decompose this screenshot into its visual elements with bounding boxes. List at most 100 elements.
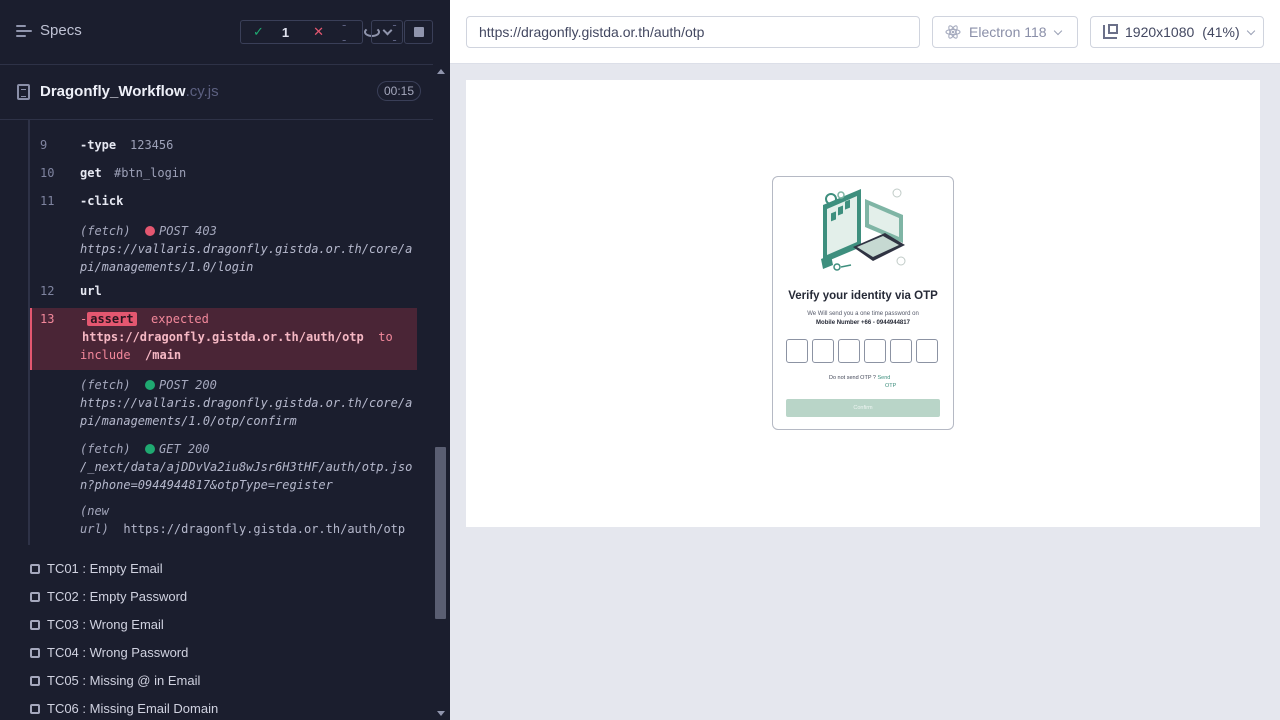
fetch-event[interactable]: (fetch) GET 200 /_next/data/ajDDvVa2iu8w… bbox=[30, 440, 417, 494]
fetch-label: (fetch) bbox=[80, 442, 131, 456]
assert-line-1: - assert expected bbox=[80, 312, 209, 326]
scrollbar-thumb[interactable] bbox=[435, 447, 446, 619]
fetch-status: POST 200 bbox=[159, 378, 217, 392]
otp-digit-input[interactable] bbox=[838, 339, 860, 363]
test-item[interactable]: TC05 : Missing @ in Email bbox=[30, 673, 200, 688]
otp-digit-input[interactable] bbox=[916, 339, 938, 363]
command-row[interactable]: 9 -type 123456 bbox=[30, 138, 417, 158]
stop-button[interactable] bbox=[404, 20, 433, 44]
otp-title: Verify your identity via OTP bbox=[788, 290, 938, 302]
scroll-up-icon[interactable] bbox=[437, 69, 445, 74]
fetch-url-cont: pi/managements/1.0/otp/confirm bbox=[80, 414, 297, 428]
test-title: TC06 : Missing Email Domain bbox=[47, 701, 219, 716]
command-number: 10 bbox=[40, 166, 55, 180]
assert-expected: expected bbox=[151, 312, 209, 326]
command-row[interactable]: 11 -click bbox=[30, 194, 417, 214]
fetch-line: (fetch) GET 200 bbox=[80, 440, 415, 458]
test-status-icon bbox=[30, 675, 40, 686]
command-name: url bbox=[80, 284, 102, 298]
new-url-label: (new bbox=[80, 504, 109, 518]
test-item[interactable]: TC06 : Missing Email Domain bbox=[30, 701, 218, 716]
resend-link-cont[interactable]: OTP bbox=[829, 383, 896, 389]
browser-selector[interactable]: Electron 118 bbox=[932, 16, 1078, 48]
test-status-icon bbox=[30, 563, 40, 574]
reporter-panel: Specs ✓ 1 ✕ -- -- Dragonfly_Workflow.cy.… bbox=[0, 0, 450, 720]
otp-inputs bbox=[786, 339, 938, 363]
assert-line-3: include /main bbox=[80, 348, 181, 362]
command-log: 9 -type 123456 10 get #btn_login 11 -cli… bbox=[0, 120, 433, 545]
status-dot-green bbox=[145, 380, 156, 390]
resend-otp: Do not send OTP ? Send OTP bbox=[829, 374, 896, 390]
command-number: 13 bbox=[40, 312, 55, 326]
specs-label: Specs bbox=[40, 22, 82, 39]
otp-digit-input[interactable] bbox=[864, 339, 886, 363]
fetch-url: https://vallaris.dragonfly.gistda.or.th/… bbox=[80, 396, 413, 410]
specs-toggle[interactable]: Specs bbox=[16, 22, 82, 39]
status-dot-red bbox=[145, 226, 156, 236]
command-row[interactable]: 12 url bbox=[30, 284, 417, 304]
fetch-status: GET 200 bbox=[159, 442, 210, 456]
reporter-scrollbar[interactable] bbox=[433, 65, 450, 720]
test-stats: ✓ 1 ✕ -- -- bbox=[240, 17, 397, 47]
test-item[interactable]: TC04 : Wrong Password bbox=[30, 645, 188, 660]
command-row[interactable]: 10 get #btn_login bbox=[30, 166, 417, 186]
test-status-icon bbox=[30, 703, 40, 714]
test-title: TC03 : Wrong Email bbox=[47, 617, 164, 632]
fetch-line: (fetch) POST 200 bbox=[80, 376, 415, 394]
test-status-icon bbox=[30, 619, 40, 630]
viewport-selector[interactable]: 1920x1080 (41%) bbox=[1090, 16, 1264, 48]
check-icon: ✓ bbox=[253, 24, 264, 39]
resend-text: Do not send OTP ? bbox=[829, 375, 876, 381]
passed-stat: ✓ 1 bbox=[241, 24, 301, 40]
x-icon: ✕ bbox=[313, 24, 325, 39]
test-item[interactable]: TC03 : Wrong Email bbox=[30, 617, 164, 632]
test-status-icon bbox=[30, 647, 40, 658]
aut-header: https://dragonfly.gistda.or.th/auth/otp … bbox=[450, 0, 1280, 64]
test-item[interactable]: TC01 : Empty Email bbox=[30, 561, 163, 576]
document-icon bbox=[17, 84, 30, 100]
spec-name: Dragonfly_Workflow bbox=[40, 83, 186, 100]
test-item[interactable]: TC02 : Empty Password bbox=[30, 589, 187, 604]
command-name: -type bbox=[80, 138, 117, 152]
assert-command: 13 - assert expected https://dragonfly.gi… bbox=[30, 312, 417, 370]
command-message: #btn_login bbox=[114, 166, 187, 180]
fetch-line: (fetch) POST 403 bbox=[80, 222, 415, 240]
assert-chip: assert bbox=[87, 312, 137, 326]
test-title: TC05 : Missing @ in Email bbox=[47, 673, 201, 688]
chevron-down-icon bbox=[382, 25, 392, 35]
new-url-label-cont: url) bbox=[80, 522, 109, 536]
url-bar[interactable]: https://dragonfly.gistda.or.th/auth/otp bbox=[466, 16, 920, 48]
assert-value: /main bbox=[145, 348, 182, 362]
otp-digit-input[interactable] bbox=[812, 339, 834, 363]
chevron-down-icon bbox=[1246, 26, 1255, 35]
confirm-button[interactable]: Confirm bbox=[786, 399, 940, 417]
menu-icon bbox=[16, 24, 32, 38]
fetch-event[interactable]: (fetch) POST 200 https://vallaris.dragon… bbox=[30, 376, 417, 430]
otp-digit-input[interactable] bbox=[890, 339, 912, 363]
failed-count: -- bbox=[342, 17, 347, 47]
spec-file-header: Dragonfly_Workflow.cy.js 00:15 bbox=[0, 65, 433, 120]
otp-subtitle: We Will send you a one time password on bbox=[807, 311, 919, 317]
scroll-down-icon[interactable] bbox=[437, 711, 445, 716]
otp-illustration bbox=[821, 188, 906, 271]
resend-link[interactable]: Send bbox=[878, 375, 891, 381]
reporter-header: Specs ✓ 1 ✕ -- -- bbox=[0, 0, 433, 65]
test-title: TC04 : Wrong Password bbox=[47, 645, 189, 660]
fetch-event[interactable]: (fetch) POST 403 https://vallaris.dragon… bbox=[30, 222, 417, 276]
expand-collapse-button[interactable] bbox=[371, 20, 403, 44]
fetch-label: (fetch) bbox=[80, 378, 131, 392]
spec-duration: 00:15 bbox=[377, 81, 422, 101]
viewport-scale: (41%) bbox=[1202, 24, 1240, 40]
new-url-event[interactable]: (new url) https://dragonfly.gistda.or.th… bbox=[30, 502, 417, 538]
stop-icon bbox=[413, 27, 424, 37]
otp-digit-input[interactable] bbox=[786, 339, 808, 363]
electron-icon bbox=[945, 25, 961, 39]
spec-ext: .cy.js bbox=[185, 83, 219, 100]
command-name: get bbox=[80, 166, 102, 180]
command-message: 123456 bbox=[130, 138, 174, 152]
assert-line-2: https://dragonfly.gistda.or.th/auth/otp … bbox=[82, 330, 393, 344]
assert-url: https://dragonfly.gistda.or.th/auth/otp bbox=[82, 330, 364, 344]
otp-card: Verify your identity via OTP We Will sen… bbox=[772, 176, 954, 430]
new-url-line: url) https://dragonfly.gistda.or.th/auth… bbox=[80, 520, 415, 538]
spec-file-name[interactable]: Dragonfly_Workflow.cy.js bbox=[40, 83, 219, 100]
